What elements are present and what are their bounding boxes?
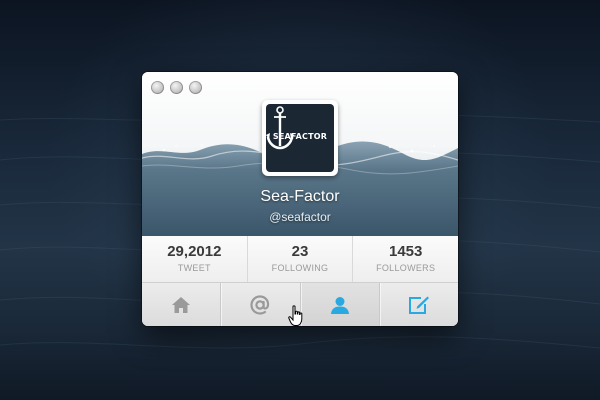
profile-name: Sea-Factor — [260, 188, 340, 205]
compose-button[interactable] — [378, 283, 458, 326]
stat-following-label: FOLLOWING — [271, 263, 329, 273]
stat-following[interactable]: 23 FOLLOWING — [246, 236, 353, 282]
profile-button[interactable] — [299, 283, 379, 326]
minimize-button[interactable] — [170, 81, 183, 94]
at-icon — [250, 294, 270, 315]
home-icon — [172, 296, 191, 313]
avatar-brand-text: SEAFACTOR — [272, 132, 328, 141]
profile-handle: @seafactor — [269, 210, 331, 224]
anchor-icon — [266, 106, 294, 150]
stat-following-value: 23 — [291, 243, 309, 260]
home-button[interactable] — [142, 283, 220, 326]
stat-followers[interactable]: 1453 FOLLOWERS — [352, 236, 458, 282]
stats-bar: 29,2012 TWEET 23 FOLLOWING 1453 FOLLOWER… — [142, 236, 458, 283]
hand-pointer-icon — [288, 305, 303, 326]
stat-tweets-label: TWEET — [177, 263, 211, 273]
avatar[interactable]: SEAFACTOR — [262, 100, 338, 176]
profile-icon — [330, 296, 349, 314]
stat-tweets-value: 29,2012 — [167, 243, 222, 260]
window-controls — [151, 81, 202, 94]
stat-tweets[interactable]: 29,2012 TWEET — [142, 236, 247, 282]
avatar-logo: SEAFACTOR — [266, 104, 334, 172]
stat-followers-value: 1453 — [388, 243, 423, 260]
profile-window: SEAFACTOR Sea-Factor @seafactor 29,2012 … — [142, 72, 458, 326]
compose-icon — [408, 296, 429, 314]
close-button[interactable] — [151, 81, 164, 94]
stat-followers-label: FOLLOWERS — [376, 263, 436, 273]
zoom-button[interactable] — [189, 81, 202, 94]
profile-header: SEAFACTOR Sea-Factor @seafactor — [142, 72, 458, 236]
